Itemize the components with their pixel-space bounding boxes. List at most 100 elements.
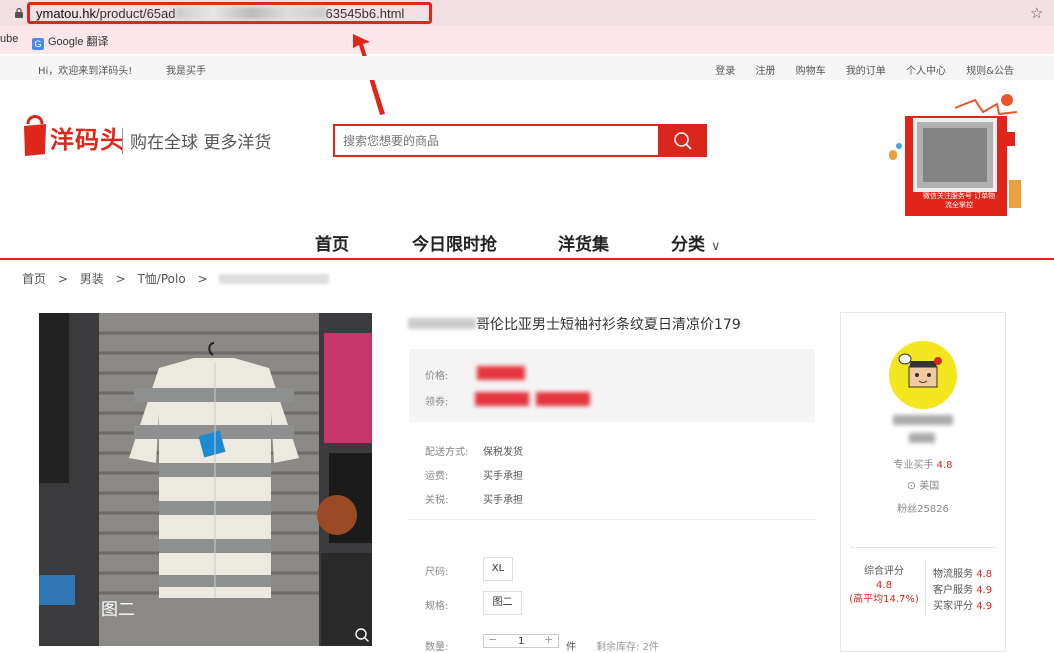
qty-value[interactable]: 1 [518,636,524,647]
price-value-redacted [477,366,525,380]
nav-flash-sale[interactable]: 今日限时抢 [412,230,497,255]
freight-label: 运费: [425,471,449,482]
buyer-score: 买家评分 4.9 [933,599,992,615]
seller-role-line: 专业买手 4.8 [841,456,1005,471]
size-label: 尺码: [425,567,449,578]
product-photo-shirt [39,313,372,646]
buyer-label: 买家评分 [933,601,973,612]
top-nav-bar: Hi，欢迎来到洋码头! 我是买手 登录 注册 购物车 我的订单 个人中心 规则&… [0,56,1054,80]
logistics-value: 4.8 [976,569,993,580]
breadcrumb-home[interactable]: 首页 [22,272,46,286]
search-input[interactable] [335,126,658,155]
url-path-end: 63545b6.html [325,6,405,21]
bookmark-youtube[interactable]: ube [0,33,18,45]
site-logo[interactable]: 洋码头 购在全球 更多洋货 [22,106,302,160]
overall-score-note: (高平均14.7%) [849,594,919,605]
search-box [333,124,660,157]
lock-icon [15,8,23,18]
tax-row: 关税: 买手承担 [425,491,523,506]
seller-location: 美国 [919,481,940,492]
coupon-label: 领券: [425,397,449,408]
tax-value: 买手承担 [483,495,523,506]
google-translate-icon: G [32,38,44,50]
shipping-value: 保税发货 [483,447,523,458]
qty-label: 数量: [425,642,449,653]
url-path-start: /product/65ad [95,6,176,21]
search-icon [674,132,692,150]
breadcrumb-current-redacted [219,274,330,284]
logo-slogan: 购在全球 更多洋货 [130,133,272,153]
price-label: 价格: [425,371,449,382]
cart-link[interactable]: 购物车 [796,66,826,77]
image-caption: 图二 [101,600,135,620]
breadcrumb: 首页 > 男装 > T恤/Polo > [22,270,337,287]
avatar-face-icon [898,353,942,388]
title-brand-redacted [408,318,476,329]
qr-caption: 微信关注服务号 订单物流全掌控 [922,192,996,209]
seller-avatar[interactable] [889,341,957,409]
nav-category[interactable]: 分类 ∨ [671,230,721,255]
qty-minus-button[interactable]: − [488,633,497,646]
bookmark-google-translate[interactable]: G Google 翻译 [32,33,109,50]
product-image[interactable]: 图二 [39,313,372,646]
seller-rating: 4.8 [936,460,953,471]
service-score: 客户服务 4.9 [933,583,992,599]
nav-category-label: 分类 [671,235,705,255]
logistics-score: 物流服务 4.8 [933,567,992,583]
location-pin-icon: ⊙ [906,479,917,492]
coupon-1-redacted[interactable] [475,392,529,406]
overall-score-label: 综合评分 [864,566,904,577]
shipping-row: 配送方式: 保税发货 [425,443,523,458]
product-title-text: 哥伦比亚男士短袖衬衫条纹夏日清凉价179 [476,317,741,333]
spec-label: 规格: [425,601,449,612]
breadcrumb-tshirt-polo[interactable]: T恤/Polo [137,272,185,286]
nav-home[interactable]: 首页 [315,230,349,255]
zoom-icon[interactable] [355,628,369,642]
browser-address-bar: ymatou.hk/product/65ad 63545b6.html ☆ [0,0,1054,26]
coupon-2-redacted[interactable] [536,392,590,406]
url-domain: ymatou.hk [36,6,96,21]
seller-fans: 粉丝25826 [897,504,949,515]
user-center-link[interactable]: 个人中心 [906,66,946,77]
seller-panel: 专业买手 4.8 ⊙ 美国 粉丝25826 综合评分 4.8 (高平均14.7%… [840,312,1006,652]
greeting-text: Hi，欢迎来到洋码头! [38,66,133,77]
login-link[interactable]: 登录 [715,66,735,77]
rules-link[interactable]: 规则&公告 [966,66,1014,77]
logistics-label: 物流服务 [933,569,973,580]
my-orders-link[interactable]: 我的订单 [846,66,886,77]
shopping-bag-logo-icon [24,115,46,156]
seller-subname-redacted [909,433,935,443]
overall-score: 综合评分 4.8 (高平均14.7%) [845,565,923,607]
logo-text: 洋码头 [50,125,125,154]
search-button[interactable] [659,124,707,157]
breadcrumb-menswear[interactable]: 男装 [80,272,104,286]
info-divider [409,519,815,520]
service-label: 客户服务 [933,585,973,596]
spec-row: 规格: [425,597,448,612]
score-divider [851,547,997,548]
seller-location-line: ⊙ 美国 [841,477,1005,492]
breadcrumb-separator: > [197,272,208,286]
main-nav: 首页 今日限时抢 洋货集 分类 ∨ [0,226,1054,260]
seller-link[interactable]: 我是买手 [166,62,206,77]
overall-score-value: 4.8 [876,580,892,591]
top-nav-links: 登录 注册 购物车 我的订单 个人中心 规则&公告 [698,62,1014,77]
buyer-value: 4.9 [976,601,993,612]
bookmark-star-icon[interactable]: ☆ [1030,4,1043,22]
price-panel: 价格: 领券: [409,349,815,422]
freight-value: 买手承担 [483,471,523,482]
breadcrumb-separator: > [57,272,68,286]
spec-option-pic2[interactable]: 图二 [483,591,522,615]
score-separator [925,561,926,617]
logo-divider [122,128,123,154]
wechat-qr-promo: 微信关注服务号 订单物流全掌控 [885,92,1030,222]
qty-plus-button[interactable]: + [544,633,553,646]
shipping-label: 配送方式: [425,447,469,458]
nav-foreign-goods[interactable]: 洋货集 [558,230,609,255]
register-link[interactable]: 注册 [755,66,775,77]
seller-role: 专业买手 [893,460,934,471]
url-field[interactable]: ymatou.hk/product/65ad 63545b6.html [27,2,432,24]
breadcrumb-separator: > [115,272,126,286]
size-option-xl[interactable]: XL [483,557,513,581]
seller-name-redacted [893,415,953,425]
